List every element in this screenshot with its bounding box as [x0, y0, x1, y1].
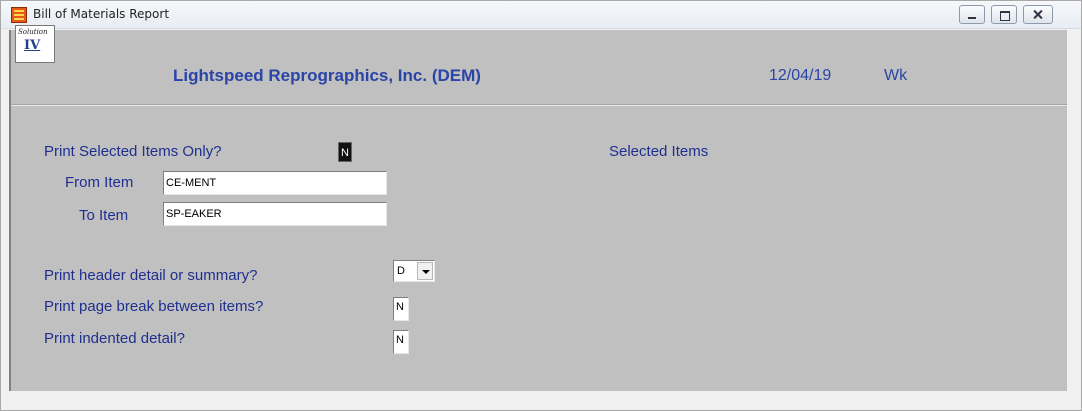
week-label: Wk — [884, 67, 908, 84]
bill-of-materials-window: Bill of Materials Report Solution IV Lig… — [0, 0, 1082, 411]
chevron-down-icon[interactable] — [417, 262, 433, 280]
maximize-button[interactable] — [991, 5, 1017, 24]
header-detail-label: Print header detail or summary? — [44, 267, 258, 284]
page-break-field[interactable]: N — [393, 297, 409, 321]
indented-field[interactable]: N — [393, 330, 409, 354]
logo-script-text: Solution — [18, 28, 48, 36]
header-divider — [11, 104, 1067, 106]
to-item-input[interactable]: SP-EAKER — [163, 202, 387, 226]
minimize-button[interactable] — [959, 5, 985, 24]
from-item-label: From Item — [65, 174, 134, 191]
close-button[interactable] — [1023, 5, 1053, 24]
logo-roman-text: IV — [24, 38, 41, 53]
page-break-label: Print page break between items? — [44, 298, 264, 315]
to-item-label: To Item — [79, 207, 129, 224]
selected-items-label: Selected Items — [609, 143, 709, 160]
company-name: Lightspeed Reprographics, Inc. (DEM) — [173, 66, 481, 85]
indented-label: Print indented detail? — [44, 330, 185, 347]
print-selected-label: Print Selected Items Only? — [44, 143, 222, 160]
from-item-input[interactable]: CE-MENT — [163, 171, 387, 195]
report-date: 12/04/19 — [769, 67, 832, 84]
header-detail-value: D — [397, 265, 405, 277]
window-bottom-edge — [9, 391, 1073, 403]
window-edge — [1067, 30, 1081, 395]
window-title: Bill of Materials Report — [33, 7, 170, 21]
header-detail-dropdown[interactable]: D — [393, 260, 435, 282]
report-icon — [11, 7, 27, 23]
solution-iv-logo: Solution IV — [15, 25, 55, 63]
title-bar[interactable]: Bill of Materials Report — [1, 1, 1081, 29]
print-selected-field[interactable]: N — [338, 142, 352, 162]
